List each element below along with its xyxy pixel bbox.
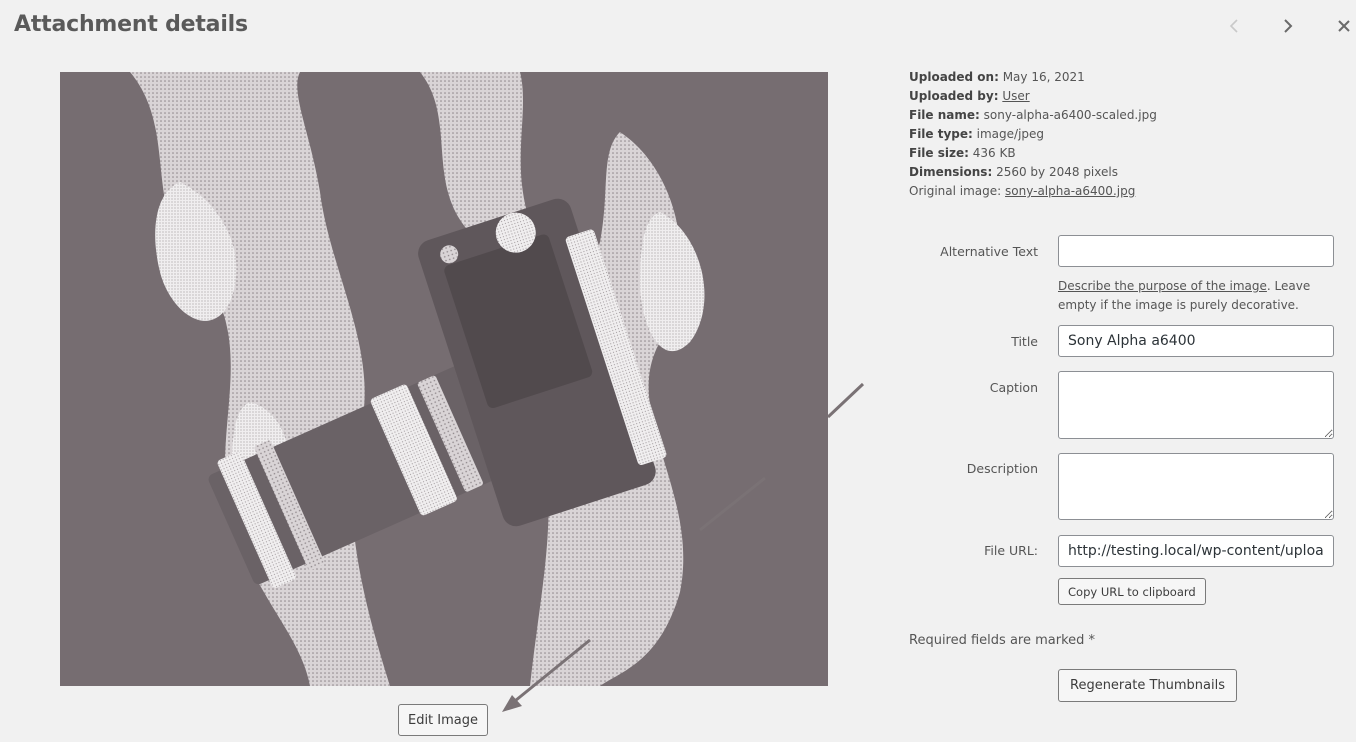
edit-image-button[interactable]: Edit Image [398,704,488,736]
description-label: Description [966,461,1038,476]
uploaded-by-row: Uploaded by: User [909,87,1339,106]
alt-text-input[interactable] [1058,235,1334,267]
uploaded-on-row: Uploaded on: May 16, 2021 [909,68,1339,87]
alt-text-label: Alternative Text [940,244,1038,259]
description-textarea[interactable] [1058,453,1334,520]
file-name-label: File name: [909,108,980,122]
uploaded-by-label: Uploaded by: [909,89,999,103]
title-input[interactable] [1058,325,1334,357]
copy-url-button[interactable]: Copy URL to clipboard [1058,578,1206,605]
file-type-label: File type: [909,127,973,141]
file-url-input[interactable] [1058,535,1334,567]
attachment-image [60,72,828,686]
file-size-value: 436 KB [972,146,1016,160]
uploaded-on-label: Uploaded on: [909,70,999,84]
previous-button[interactable] [1220,12,1248,40]
original-image-link[interactable]: sony-alpha-a6400.jpg [1005,184,1135,198]
original-image-row: Original image: sony-alpha-a6400.jpg [909,182,1339,201]
close-button[interactable] [1330,12,1356,40]
file-name-value: sony-alpha-a6400-scaled.jpg [983,108,1157,122]
caption-textarea[interactable] [1058,371,1334,439]
alt-text-help-link[interactable]: Describe the purpose of the image [1058,279,1267,293]
file-size-row: File size: 436 KB [909,144,1339,163]
uploaded-by-link[interactable]: User [1002,89,1029,103]
next-button[interactable] [1274,12,1302,40]
dimensions-value: 2560 by 2048 pixels [996,165,1118,179]
alt-text-help: Describe the purpose of the image. Leave… [1058,277,1328,315]
dimensions-row: Dimensions: 2560 by 2048 pixels [909,163,1339,182]
file-size-label: File size: [909,146,969,160]
chevron-right-icon [1284,19,1293,33]
camera-photo [60,72,828,686]
modal-title: Attachment details [14,12,248,37]
file-url-label: File URL: [984,543,1038,558]
file-name-row: File name: sony-alpha-a6400-scaled.jpg [909,106,1339,125]
attachment-meta: Uploaded on: May 16, 2021 Uploaded by: U… [909,68,1339,201]
close-icon [1338,20,1350,32]
title-label: Title [1011,334,1038,349]
file-type-value: image/jpeg [976,127,1045,141]
dimensions-label: Dimensions: [909,165,993,179]
file-type-row: File type: image/jpeg [909,125,1339,144]
required-fields-note: Required fields are marked * [909,633,1096,648]
uploaded-on-value: May 16, 2021 [1002,70,1085,84]
regenerate-thumbnails-button[interactable]: Regenerate Thumbnails [1058,669,1238,702]
caption-label: Caption [989,380,1038,395]
original-image-label: Original image: [909,184,1002,198]
chevron-left-icon [1229,19,1238,33]
